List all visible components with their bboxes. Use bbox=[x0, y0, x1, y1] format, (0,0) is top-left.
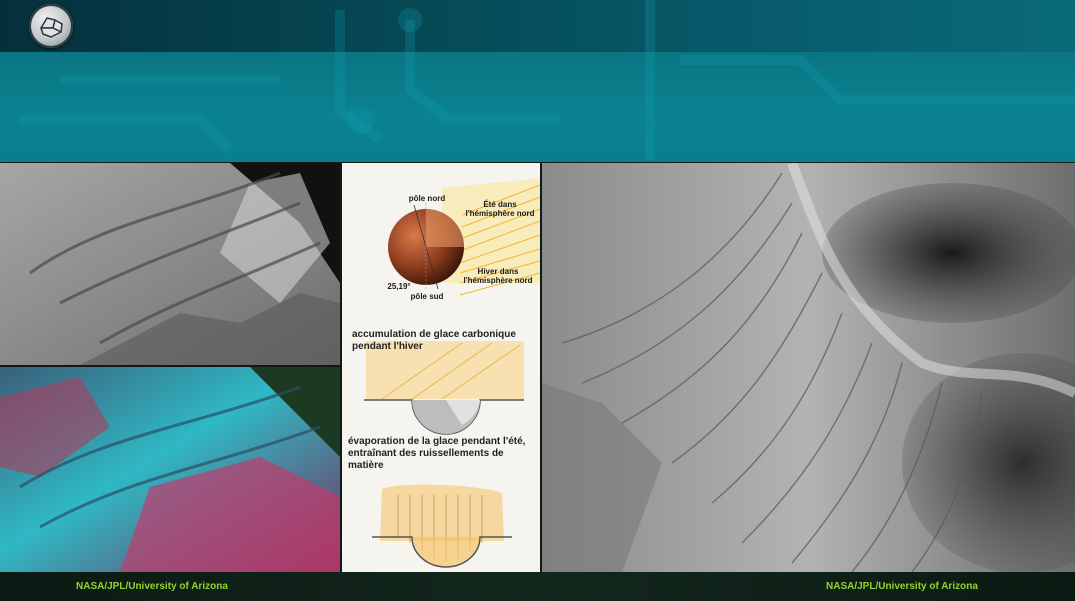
header-banner bbox=[0, 0, 1075, 162]
winter-north-label: Hiver dans l'hémisphère nord bbox=[463, 267, 533, 285]
mineral-logo-icon[interactable] bbox=[29, 4, 73, 48]
credit-right: NASA/JPL/University of Arizona bbox=[826, 581, 978, 592]
winter-caption: accumulation de glace carbonique pendant… bbox=[352, 329, 516, 352]
summer-north-label: Été dans l'hémisphère nord bbox=[465, 200, 535, 218]
footer-bar: NASA/JPL/University of Arizona NASA/JPL/… bbox=[0, 572, 1075, 601]
seasonal-ice-diagram: pôle nord Été dans l'hémisphère nord Hiv… bbox=[342, 163, 540, 572]
south-pole-label: pôle sud bbox=[410, 292, 444, 301]
summer-caption: évaporation de la glace pendant l'été, e… bbox=[348, 436, 526, 471]
credit-left: NASA/JPL/University of Arizona bbox=[76, 581, 228, 592]
north-pole-label: pôle nord bbox=[408, 194, 446, 203]
circuit-pattern bbox=[20, 0, 1075, 160]
tilt-angle-label: 25,19° bbox=[387, 282, 411, 291]
mars-gullies-grayscale-image bbox=[0, 163, 340, 365]
mars-gullies-false-color-image bbox=[0, 367, 340, 572]
mars-dune-gullies-image bbox=[542, 163, 1075, 572]
